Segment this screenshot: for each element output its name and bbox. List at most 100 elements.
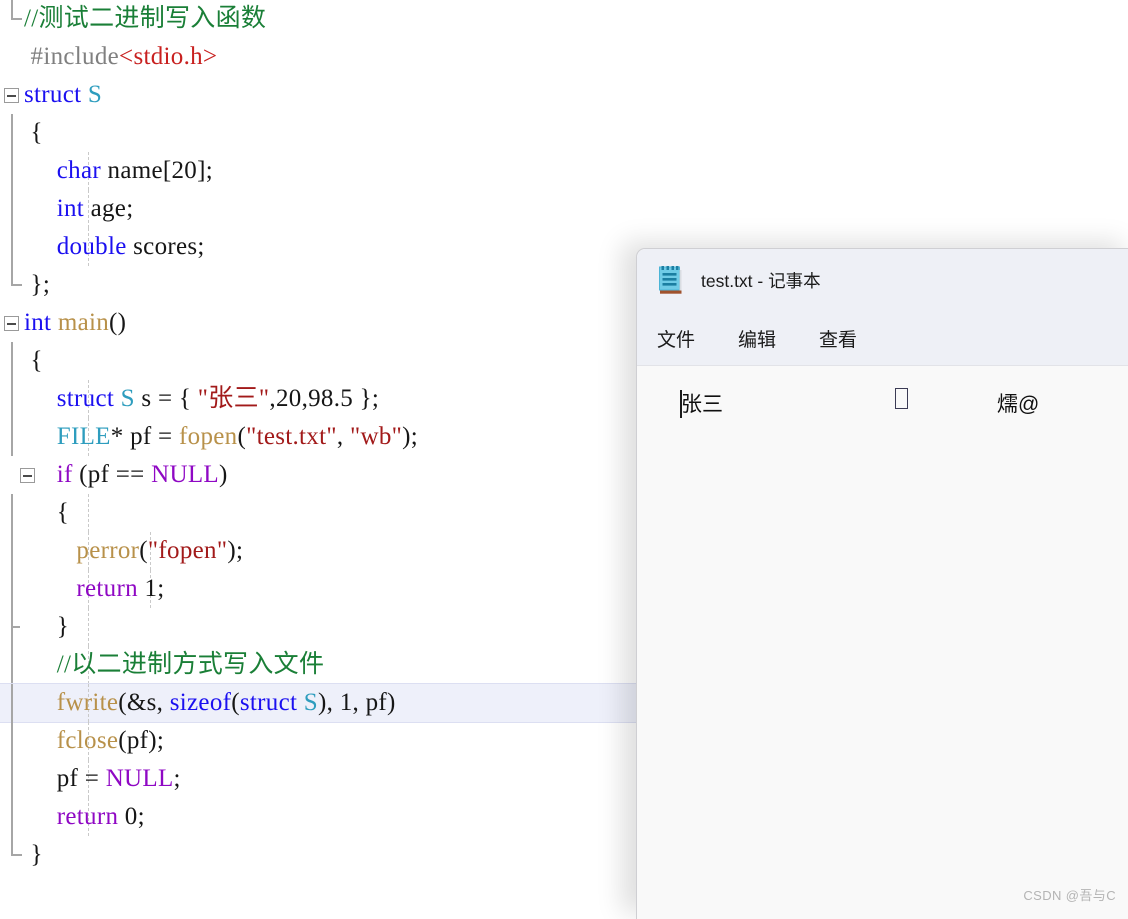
code-token: int <box>24 309 52 336</box>
notepad-text-line[interactable]: 张三 燸@ <box>637 388 1128 420</box>
notepad-text-name: 张三 <box>681 393 723 416</box>
code-line[interactable]: struct S <box>0 76 1128 114</box>
fold-guide-bar-end <box>11 266 22 286</box>
fold-guide-bar <box>11 228 13 266</box>
code-token: NULL <box>105 765 174 792</box>
fold-collapse-icon[interactable] <box>4 88 19 103</box>
code-token: int <box>24 195 85 222</box>
indent-guide <box>88 608 89 646</box>
code-token: name[20]; <box>100 157 213 184</box>
code-token: "wb" <box>349 423 403 450</box>
code-line-text: struct S <box>24 76 102 114</box>
fold-guide-bar <box>11 570 13 608</box>
code-line-text: char name[20]; <box>24 152 213 190</box>
code-token: } <box>24 613 70 640</box>
fold-guide-bar <box>11 342 13 380</box>
code-line[interactable]: //测试二进制写入函数 <box>0 0 1128 38</box>
code-line-text: perror("fopen"); <box>24 532 243 570</box>
code-token: //以二进制方式写入文件 <box>24 651 325 678</box>
code-line-text: pf = NULL; <box>24 760 181 798</box>
code-token: }; <box>24 271 51 298</box>
fold-gutter <box>0 190 24 228</box>
notepad-icon <box>657 266 683 294</box>
fold-gutter <box>0 304 24 342</box>
fold-gutter <box>0 114 24 152</box>
code-token: , <box>336 423 350 450</box>
code-token: s = { <box>134 385 198 412</box>
code-token: #include <box>24 43 120 70</box>
fold-gutter <box>0 418 24 456</box>
code-token: fopen <box>179 423 238 450</box>
fold-collapse-icon[interactable] <box>4 316 19 331</box>
code-token: S <box>114 385 135 412</box>
fold-guide-bar <box>11 760 13 798</box>
fold-gutter <box>0 532 24 570</box>
code-line[interactable]: { <box>0 114 1128 152</box>
code-token: if <box>24 461 73 488</box>
code-token: double <box>24 233 127 260</box>
fold-gutter <box>0 228 24 266</box>
code-token: { <box>24 347 43 374</box>
code-token: () <box>109 309 127 336</box>
code-line-text: if (pf == NULL) <box>24 456 228 494</box>
menu-item-view[interactable]: 查看 <box>819 325 857 352</box>
code-token: fwrite <box>24 689 119 716</box>
code-line-text: { <box>24 494 69 532</box>
code-token: (pf == <box>72 461 152 488</box>
notepad-window[interactable]: test.txt - 记事本 文件 编辑 查看 张三 燸@ <box>636 248 1128 919</box>
notepad-text-area[interactable]: 张三 燸@ <box>637 366 1128 919</box>
menu-item-file[interactable]: 文件 <box>657 325 695 352</box>
code-token: "张三" <box>197 385 270 412</box>
code-token: perror <box>24 537 140 564</box>
code-token: "fopen" <box>147 537 228 564</box>
code-line[interactable]: int age; <box>0 190 1128 228</box>
code-token: fclose <box>24 727 119 754</box>
fold-guide-bar <box>11 722 13 760</box>
code-token: 1; <box>137 575 165 602</box>
code-line-text: int main() <box>24 304 126 342</box>
code-token: char <box>24 157 101 184</box>
fold-gutter <box>0 608 24 646</box>
code-token: age; <box>84 195 134 222</box>
code-token: { <box>24 499 70 526</box>
code-token: return <box>24 803 119 830</box>
fold-guide-bar <box>11 646 13 684</box>
code-token: <stdio.h> <box>119 43 218 70</box>
fold-gutter <box>0 570 24 608</box>
code-line[interactable]: char name[20]; <box>0 152 1128 190</box>
indent-guide <box>88 494 89 532</box>
fold-guide-bar <box>11 114 13 152</box>
code-token: (pf); <box>118 727 165 754</box>
fold-gutter <box>0 494 24 532</box>
fold-guide-bar <box>11 494 13 532</box>
code-line-text: } <box>24 836 43 874</box>
fold-gutter <box>0 798 24 836</box>
code-line-text: return 0; <box>24 798 145 836</box>
code-line-text: return 1; <box>24 570 165 608</box>
code-line-text: FILE* pf = fopen("test.txt", "wb"); <box>24 418 418 456</box>
notepad-menubar[interactable]: 文件 编辑 查看 <box>637 311 1128 366</box>
notepad-titlebar[interactable]: test.txt - 记事本 <box>637 249 1128 311</box>
notepad-title-text: test.txt - 记事本 <box>701 270 821 291</box>
code-token: S <box>87 81 103 108</box>
code-line[interactable]: #include<stdio.h> <box>0 38 1128 76</box>
code-token: { <box>24 119 43 146</box>
fold-gutter <box>0 266 24 304</box>
fold-gutter <box>0 380 24 418</box>
fold-gutter <box>0 646 24 684</box>
fold-guide-bar <box>11 418 13 456</box>
code-token: ); <box>227 537 244 564</box>
code-token: struct <box>24 385 115 412</box>
code-line-text: int age; <box>24 190 133 228</box>
code-line-text: }; <box>24 266 50 304</box>
code-token: main <box>51 309 110 336</box>
menu-item-edit[interactable]: 编辑 <box>738 325 776 352</box>
watermark: CSDN @吾与C <box>1023 888 1116 903</box>
fold-guide-bar-end <box>11 0 22 20</box>
notepad-text-garbled: 燸@ <box>997 393 1040 416</box>
code-token: return <box>24 575 138 602</box>
fold-gutter <box>0 38 24 76</box>
fold-guide-bar <box>11 152 13 190</box>
code-line-text: fwrite(&s, sizeof(struct S), 1, pf) <box>24 684 396 722</box>
code-line-text: double scores; <box>24 228 205 266</box>
